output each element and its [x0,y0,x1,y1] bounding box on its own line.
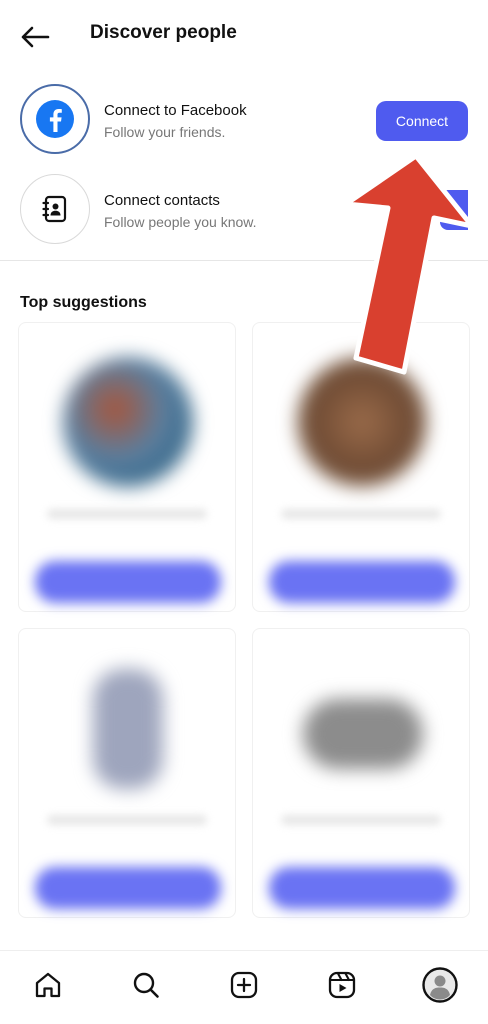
follow-button[interactable] [35,561,221,603]
follow-button[interactable] [269,561,455,603]
nav-create[interactable] [220,961,268,1009]
contacts-book-icon [42,195,67,223]
suggestion-cards [18,322,470,942]
username [47,509,207,519]
facebook-title: Connect to Facebook [104,102,247,119]
facebook-subtitle: Follow your friends. [104,124,226,140]
section-title: Top suggestions [20,294,147,311]
avatar [63,357,193,487]
username [47,815,207,825]
facebook-avatar [20,84,90,154]
back-button[interactable] [18,20,52,54]
suggestion-card[interactable] [18,628,236,918]
header: Discover people [0,0,488,70]
username [281,509,441,519]
reels-icon [328,971,356,999]
nav-search[interactable] [122,961,170,1009]
arrow-left-icon [21,26,50,48]
search-icon [133,972,159,998]
contacts-title: Connect contacts [104,192,220,209]
nav-profile[interactable] [416,961,464,1009]
follow-button[interactable] [269,867,455,909]
nav-home[interactable] [24,961,72,1009]
nav-reels[interactable] [318,961,366,1009]
home-icon [35,972,61,998]
arrow-up-icon [343,153,475,375]
avatar [303,699,423,769]
contacts-avatar [20,174,90,244]
avatar [93,669,163,789]
contacts-subtitle: Follow people you know. [104,214,257,230]
suggestion-card[interactable] [18,322,236,612]
connect-facebook-button[interactable]: Connect [376,101,468,141]
suggestion-card[interactable] [252,628,470,918]
facebook-icon [36,100,74,138]
follow-button[interactable] [35,867,221,909]
bottom-nav [0,950,488,1024]
create-icon [230,971,258,999]
page-title: Discover people [90,22,237,43]
username [281,815,441,825]
profile-icon [422,967,458,1003]
